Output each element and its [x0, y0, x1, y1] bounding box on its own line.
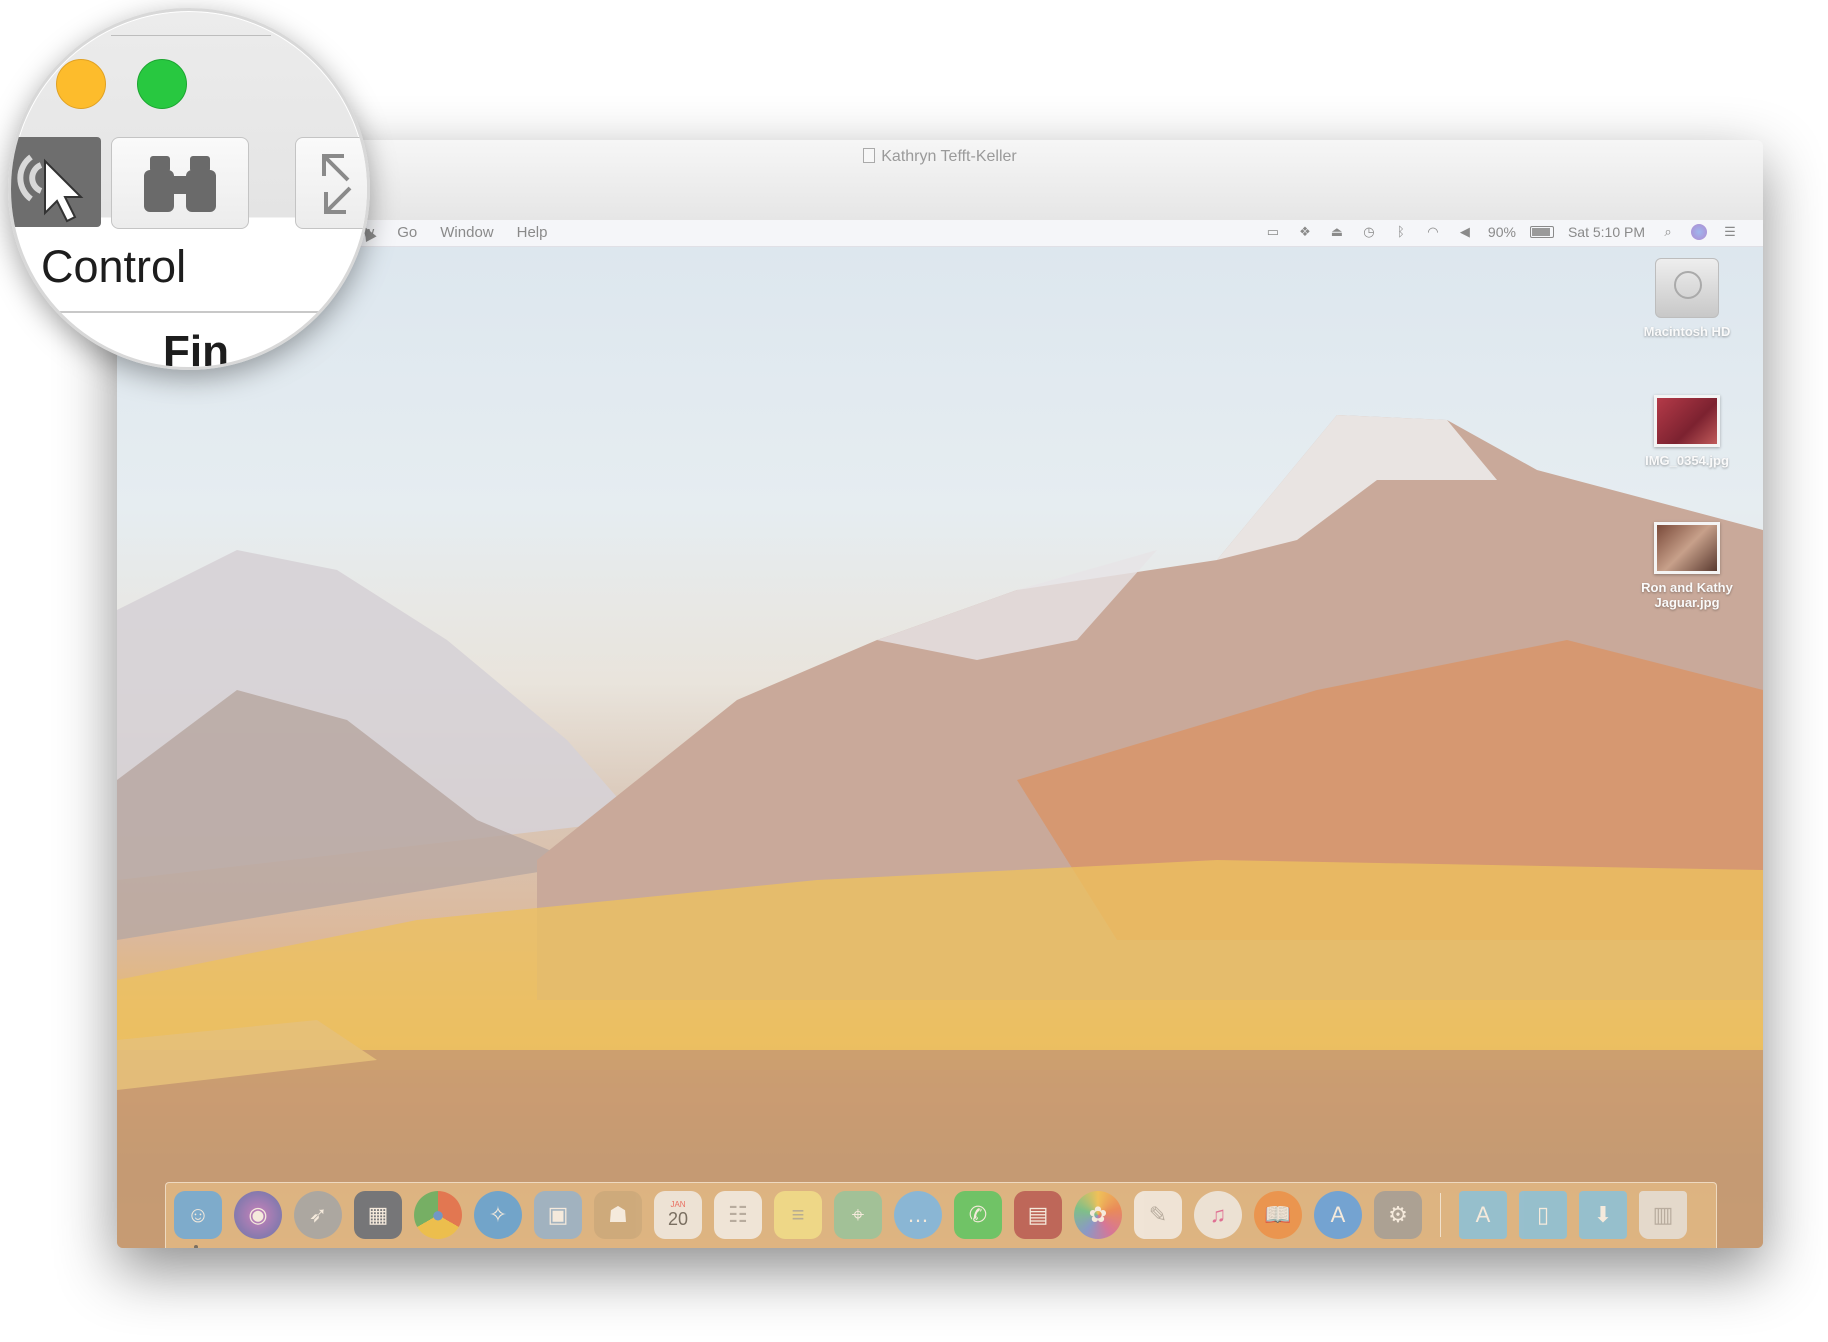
fullscreen-button[interactable] — [137, 59, 187, 109]
siri-icon: ◉ — [248, 1202, 268, 1227]
compass-icon: ✧ — [488, 1202, 508, 1227]
menu-go[interactable]: Go — [397, 224, 417, 241]
dock-preview[interactable]: ▣ — [534, 1191, 582, 1239]
menu-window[interactable]: Window — [440, 224, 493, 241]
dock-app-store[interactable]: A — [1314, 1191, 1362, 1239]
notification-center-icon[interactable]: ☰ — [1721, 224, 1739, 240]
dropbox-icon[interactable]: ❖ — [1296, 224, 1314, 240]
dock: ☺ ◉ ➶ ▦ ● ✧ ▣ ☗ JAN 20 ☷ ≡ ⌖ … ✆ ▤ ✿ ✎ ♫… — [165, 1182, 1717, 1248]
dock-notes[interactable]: ≡ — [774, 1191, 822, 1239]
dock-contacts[interactable]: ☗ — [594, 1191, 642, 1239]
dock-downloads-folder[interactable]: ⬇ — [1579, 1191, 1627, 1239]
book-icon: 📖 — [1264, 1202, 1292, 1227]
minimize-button[interactable] — [56, 59, 106, 109]
notes-icon: ≡ — [791, 1202, 805, 1227]
hard-drive-icon — [1655, 258, 1719, 318]
control-toggle-button[interactable] — [11, 137, 101, 227]
dock-photos[interactable]: ✿ — [1074, 1191, 1122, 1239]
dock-trash[interactable]: ▥ — [1639, 1191, 1687, 1239]
dock-applications-folder[interactable]: A — [1459, 1191, 1507, 1239]
calendar-day: 20 — [667, 1209, 689, 1229]
trash-icon: ▥ — [1652, 1202, 1674, 1227]
dock-reminders[interactable]: ☷ — [714, 1191, 762, 1239]
toolbar-bottom-border — [11, 311, 367, 313]
dock-textedit[interactable]: ✎ — [1134, 1191, 1182, 1239]
wallpaper — [117, 220, 1763, 1248]
document-icon — [863, 148, 876, 163]
wallpaper-mountains — [117, 415, 1763, 1248]
display-mirroring-icon[interactable]: ▭ — [1264, 224, 1282, 240]
dock-system-preferences[interactable]: ⚙ — [1374, 1191, 1422, 1239]
contacts-icon: ☗ — [608, 1202, 628, 1227]
dock-items: ☺ ◉ ➶ ▦ ● ✧ ▣ ☗ JAN 20 ☷ ≡ ⌖ … ✆ ▤ ✿ ✎ ♫… — [174, 1191, 1687, 1248]
desktop-icon-ron-and-kathy[interactable]: Ron and Kathy Jaguar.jpg — [1632, 522, 1742, 610]
music-note-icon: ♫ — [1209, 1202, 1227, 1227]
time-machine-icon[interactable]: ◷ — [1360, 224, 1378, 240]
preview-icon: ▣ — [547, 1202, 569, 1227]
textedit-icon: ✎ — [1148, 1202, 1168, 1227]
documents-folder-icon: ▯ — [1536, 1202, 1550, 1227]
dock-calendar[interactable]: JAN 20 — [654, 1191, 702, 1239]
running-indicator — [194, 1245, 198, 1248]
battery-icon[interactable] — [1529, 226, 1554, 238]
calendar-month: JAN — [670, 1200, 686, 1209]
menubar-status-area: ▭ ❖ ⏏ ◷ ᛒ ◠ ◀ 90% Sat 5:10 PM ⌕ ☰ — [1264, 224, 1739, 240]
image-file-icon — [1654, 395, 1720, 447]
battery-percentage[interactable]: 90% — [1488, 224, 1516, 240]
mission-control-icon: ▦ — [367, 1202, 389, 1227]
spotlight-search-icon[interactable]: ⌕ — [1659, 224, 1677, 240]
photo-booth-icon: ▤ — [1027, 1202, 1049, 1227]
photos-flower-icon: ✿ — [1088, 1202, 1108, 1227]
screen-sharing-window: Kathryn Tefft-Keller d View Go Window H — [117, 140, 1763, 1248]
bluetooth-icon[interactable]: ᛒ — [1392, 224, 1410, 240]
downloads-folder-icon: ⬇ — [1593, 1202, 1613, 1227]
dock-facetime[interactable]: ✆ — [954, 1191, 1002, 1239]
finder-icon: ☺ — [186, 1202, 210, 1227]
facetime-icon: ✆ — [968, 1202, 988, 1227]
dock-separator — [1440, 1193, 1441, 1237]
control-label: Control — [41, 241, 187, 292]
desktop-icon-label: Ron and Kathy Jaguar.jpg — [1641, 580, 1733, 610]
dock-launchpad[interactable]: ➶ — [294, 1191, 342, 1239]
resize-arrows-icon — [322, 154, 352, 214]
airplay-icon[interactable]: ⏏ — [1328, 224, 1346, 240]
dock-finder[interactable]: ☺ — [174, 1191, 222, 1248]
callout-divider — [111, 35, 271, 36]
desktop-icon-macintosh-hd[interactable]: Macintosh HD — [1632, 258, 1742, 339]
rocket-icon: ➶ — [308, 1202, 328, 1227]
chrome-icon: ● — [431, 1202, 445, 1227]
app-store-icon: A — [1330, 1202, 1346, 1227]
reminders-icon: ☷ — [728, 1202, 748, 1227]
dock-maps[interactable]: ⌖ — [834, 1191, 882, 1239]
zoom-callout: Control Fin — [8, 8, 370, 370]
dock-chrome[interactable]: ● — [414, 1191, 462, 1239]
image-file-icon — [1654, 522, 1720, 574]
dock-safari[interactable]: ✧ — [474, 1191, 522, 1239]
siri-icon[interactable] — [1691, 224, 1707, 240]
wifi-icon[interactable]: ◠ — [1424, 224, 1442, 240]
menubar-clock[interactable]: Sat 5:10 PM — [1568, 224, 1645, 240]
control-cursor-icon — [17, 154, 84, 223]
applications-folder-icon: A — [1475, 1202, 1491, 1227]
gear-icon: ⚙ — [1388, 1202, 1408, 1227]
map-icon: ⌖ — [851, 1202, 865, 1227]
remote-desktop[interactable]: View Go Window Help ▭ ❖ ⏏ ◷ ᛒ ◠ ◀ 90% Sa… — [117, 220, 1763, 1248]
dock-siri[interactable]: ◉ — [234, 1191, 282, 1239]
menu-help[interactable]: Help — [517, 224, 548, 241]
finder-title-fragment: Fin — [163, 327, 229, 370]
dock-messages[interactable]: … — [894, 1191, 942, 1239]
dock-documents-folder[interactable]: ▯ — [1519, 1191, 1567, 1239]
dock-mission-control[interactable]: ▦ — [354, 1191, 402, 1239]
desktop-icon-label: IMG_0354.jpg — [1645, 453, 1729, 468]
scale-toggle-button[interactable] — [295, 137, 367, 229]
desktop-icon-img-0354[interactable]: IMG_0354.jpg — [1632, 395, 1742, 468]
dock-itunes[interactable]: ♫ — [1194, 1191, 1242, 1239]
volume-icon[interactable]: ◀ — [1456, 224, 1474, 240]
message-bubble-icon: … — [907, 1202, 929, 1227]
dock-ibooks[interactable]: 📖 — [1254, 1191, 1302, 1239]
binoculars-icon — [144, 156, 216, 212]
dock-photo-booth[interactable]: ▤ — [1014, 1191, 1062, 1239]
observe-binoculars-button[interactable] — [111, 137, 249, 229]
desktop-icon-label: Macintosh HD — [1643, 324, 1731, 339]
